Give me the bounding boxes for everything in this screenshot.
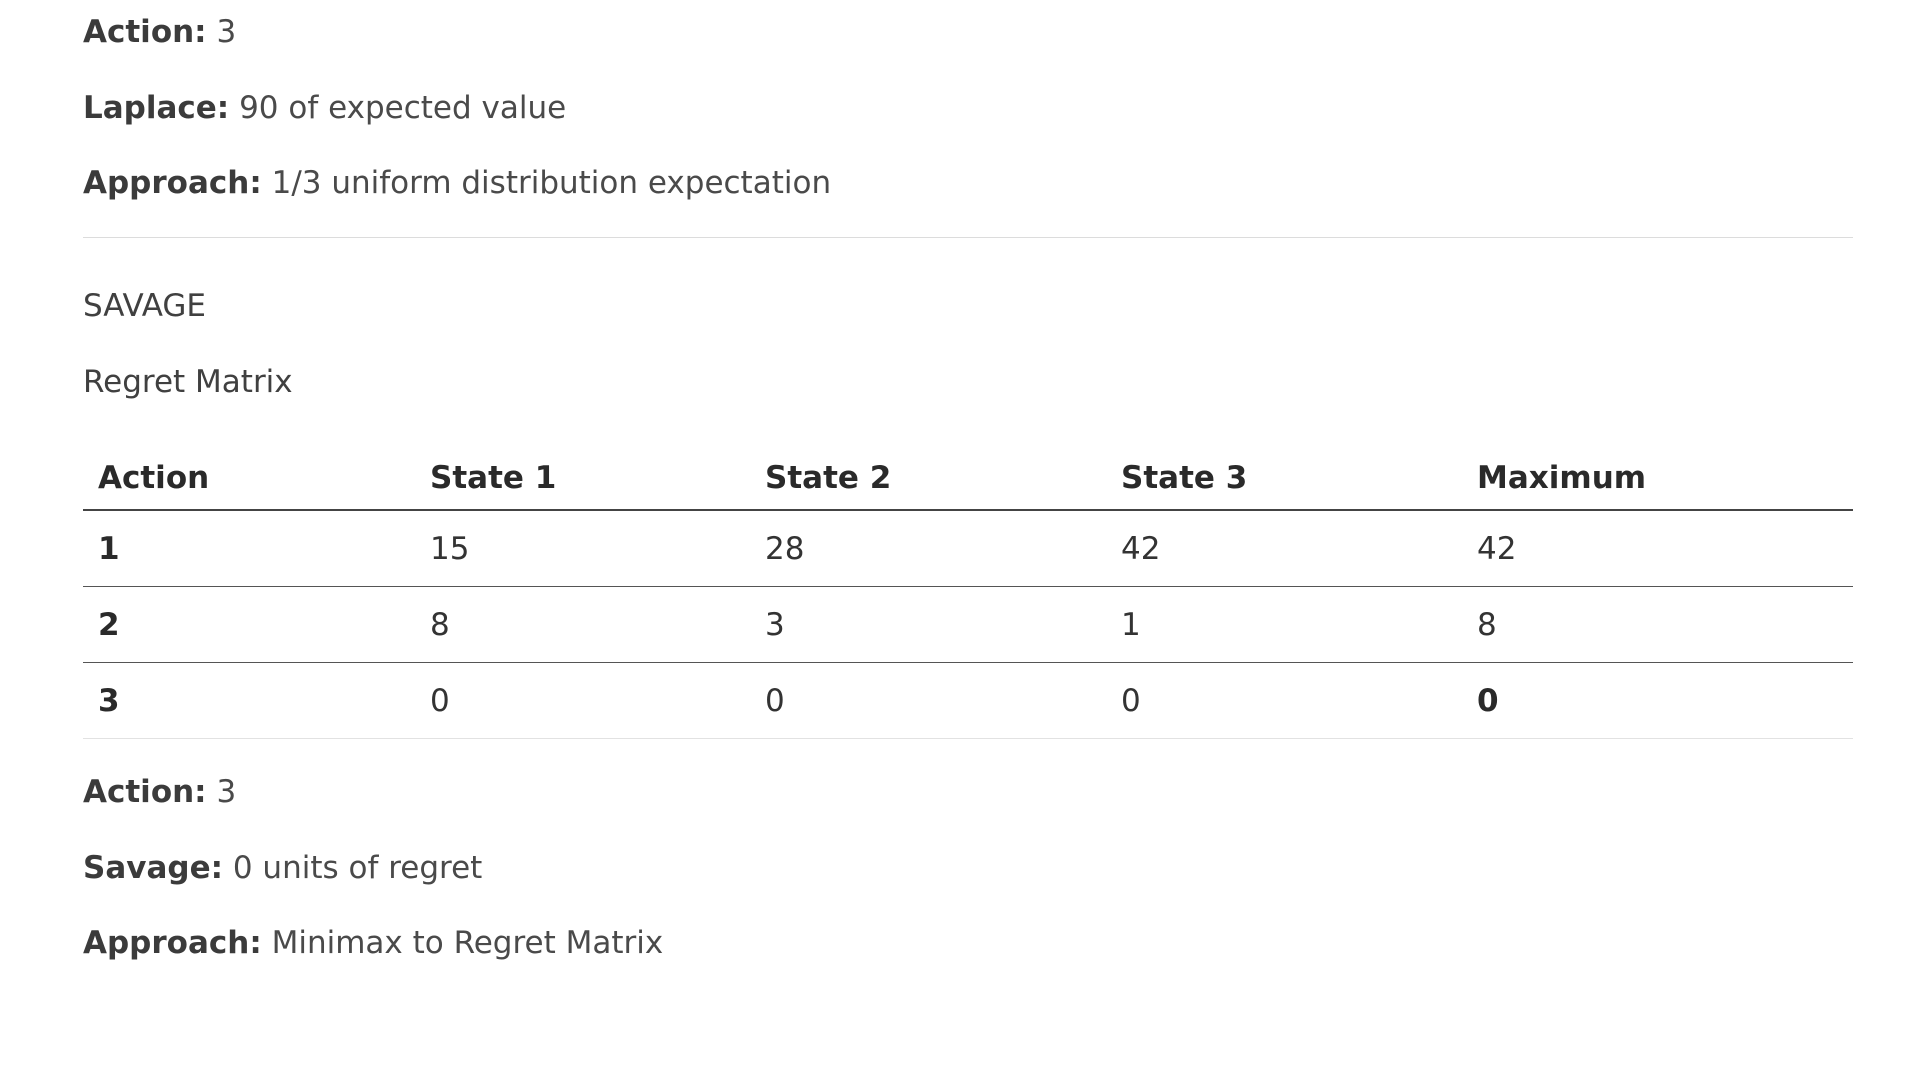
savage-result-value: 0 units of regret bbox=[232, 850, 483, 886]
table-cell: 3 bbox=[750, 586, 1106, 663]
savage-section-title: SAVAGE bbox=[83, 288, 206, 324]
laplace-action-line: Action: 3 bbox=[83, 12, 236, 52]
row-action-cell: 2 bbox=[83, 586, 415, 663]
table-row: 1 15 28 42 42 bbox=[83, 510, 1853, 587]
laplace-approach-line: Approach: 1/3 uniform distribution expec… bbox=[83, 163, 831, 203]
laplace-approach-label: Approach: bbox=[83, 165, 262, 201]
table-cell: 0 bbox=[1106, 662, 1462, 739]
laplace-approach-value: 1/3 uniform distribution expectation bbox=[271, 165, 832, 201]
header-state-3: State 3 bbox=[1106, 447, 1462, 511]
savage-approach-line: Approach: Minimax to Regret Matrix bbox=[83, 923, 663, 963]
row-action-cell: 1 bbox=[83, 510, 415, 587]
laplace-result-line: Laplace: 90 of expected value bbox=[83, 88, 566, 128]
header-maximum: Maximum bbox=[1462, 447, 1853, 511]
regret-matrix-table: Action State 1 State 2 State 3 Maximum 1… bbox=[83, 447, 1853, 739]
table-cell: 42 bbox=[1106, 510, 1462, 587]
table-cell: 8 bbox=[1462, 586, 1853, 663]
table-cell-selected: 0 bbox=[1462, 662, 1853, 739]
row-action-cell: 3 bbox=[83, 662, 415, 739]
laplace-action-label: Action: bbox=[83, 14, 207, 50]
table-row: 2 8 3 1 8 bbox=[83, 586, 1853, 663]
savage-action-label: Action: bbox=[83, 774, 207, 810]
section-divider bbox=[83, 237, 1853, 238]
table-cell: 8 bbox=[415, 586, 750, 663]
table-cell: 0 bbox=[415, 662, 750, 739]
savage-result-line: Savage: 0 units of regret bbox=[83, 848, 482, 888]
savage-action-line: Action: 3 bbox=[83, 772, 236, 812]
table-row: 3 0 0 0 0 bbox=[83, 662, 1853, 739]
table-cell: 15 bbox=[415, 510, 750, 587]
laplace-action-value: 3 bbox=[216, 14, 237, 50]
savage-action-value: 3 bbox=[216, 774, 237, 810]
header-state-2: State 2 bbox=[750, 447, 1106, 511]
regret-matrix-title: Regret Matrix bbox=[83, 364, 293, 400]
header-action: Action bbox=[83, 447, 415, 511]
savage-approach-label: Approach: bbox=[83, 925, 262, 961]
table-header-row: Action State 1 State 2 State 3 Maximum bbox=[83, 447, 1853, 511]
table-cell: 0 bbox=[750, 662, 1106, 739]
savage-approach-value: Minimax to Regret Matrix bbox=[271, 925, 664, 961]
table-cell: 1 bbox=[1106, 586, 1462, 663]
table-cell: 42 bbox=[1462, 510, 1853, 587]
header-state-1: State 1 bbox=[415, 447, 750, 511]
laplace-result-label: Laplace: bbox=[83, 90, 230, 126]
table-cell: 28 bbox=[750, 510, 1106, 587]
savage-result-label: Savage: bbox=[83, 850, 223, 886]
laplace-result-value: 90 of expected value bbox=[239, 90, 567, 126]
